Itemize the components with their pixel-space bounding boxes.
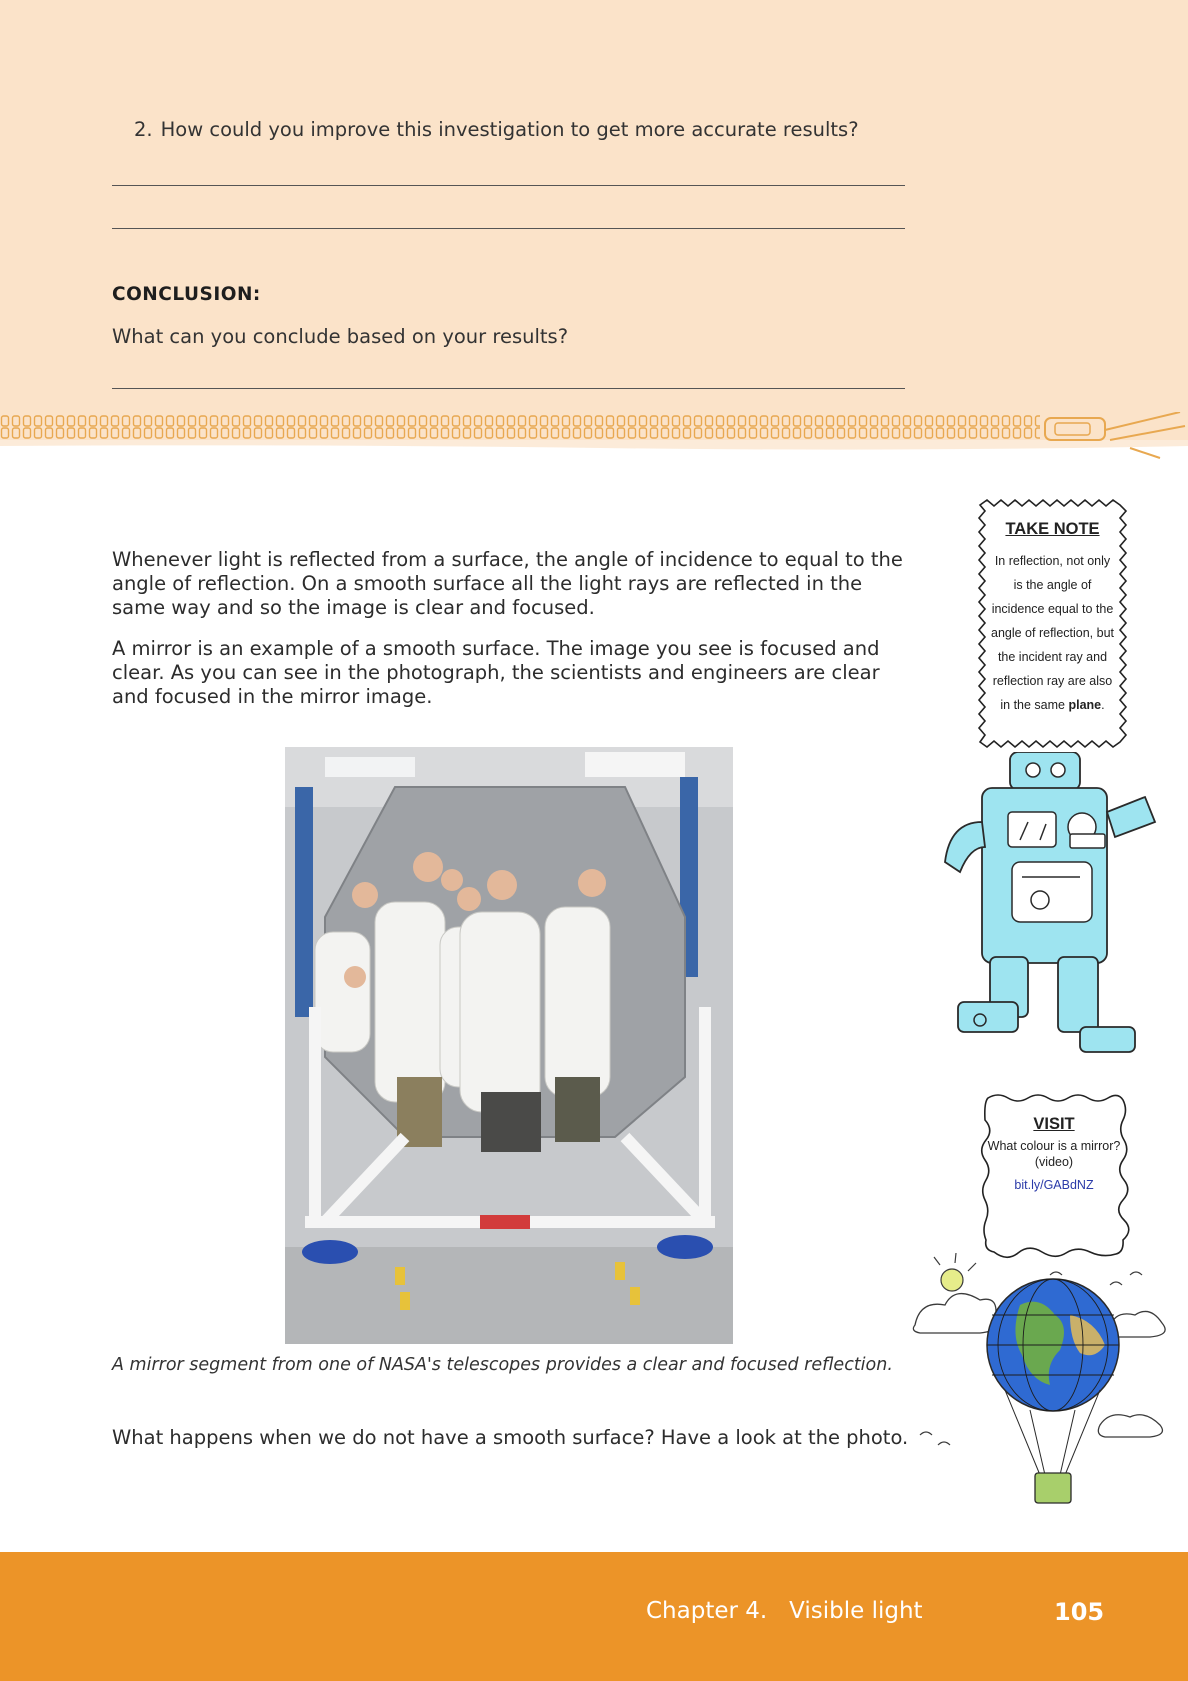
- activity-section-background: [0, 0, 1188, 440]
- question-2: 2. How could you improve this investigati…: [134, 118, 859, 141]
- page-footer: [0, 1552, 1188, 1681]
- zipper-divider-graphic: [0, 412, 1188, 459]
- question-number: 2.: [134, 118, 153, 141]
- body-paragraph: Whenever light is reflected from a surfa…: [112, 548, 903, 619]
- take-note-text: In reflection, not only is the angle of …: [991, 554, 1114, 712]
- take-note-callout: TAKE NOTE In reflection, not only is the…: [990, 520, 1115, 717]
- conclusion-heading: CONCLUSION:: [112, 284, 261, 305]
- visit-callout: VISIT What colour is a mirror? (video) b…: [985, 1115, 1123, 1192]
- nasa-mirror-photo: [285, 747, 733, 1344]
- photo-caption: A mirror segment from one of NASA's tele…: [112, 1355, 893, 1375]
- visit-title: VISIT: [1033, 1115, 1075, 1133]
- conclusion-prompt: What can you conclude based on your resu…: [112, 325, 569, 348]
- take-note-bold-word: plane: [1068, 698, 1102, 712]
- robot-illustration: [944, 752, 1157, 1053]
- chapter-title: Chapter 4. Visible light: [646, 1598, 923, 1624]
- visit-link[interactable]: bit.ly/GABdNZ: [985, 1178, 1123, 1192]
- page-number: 105: [1054, 1598, 1105, 1626]
- answer-line[interactable]: [112, 228, 905, 229]
- body-paragraph: A mirror is an example of a smooth surfa…: [112, 637, 880, 708]
- answer-line[interactable]: [112, 388, 905, 389]
- body-paragraph: What happens when we do not have a smoot…: [112, 1426, 909, 1449]
- globe-balloon-illustration: [912, 1252, 1166, 1504]
- visit-text: What colour is a mirror? (video): [987, 1139, 1121, 1169]
- take-note-title: TAKE NOTE: [1005, 520, 1100, 538]
- answer-line[interactable]: [112, 185, 905, 186]
- question-text: How could you improve this investigation…: [160, 118, 859, 141]
